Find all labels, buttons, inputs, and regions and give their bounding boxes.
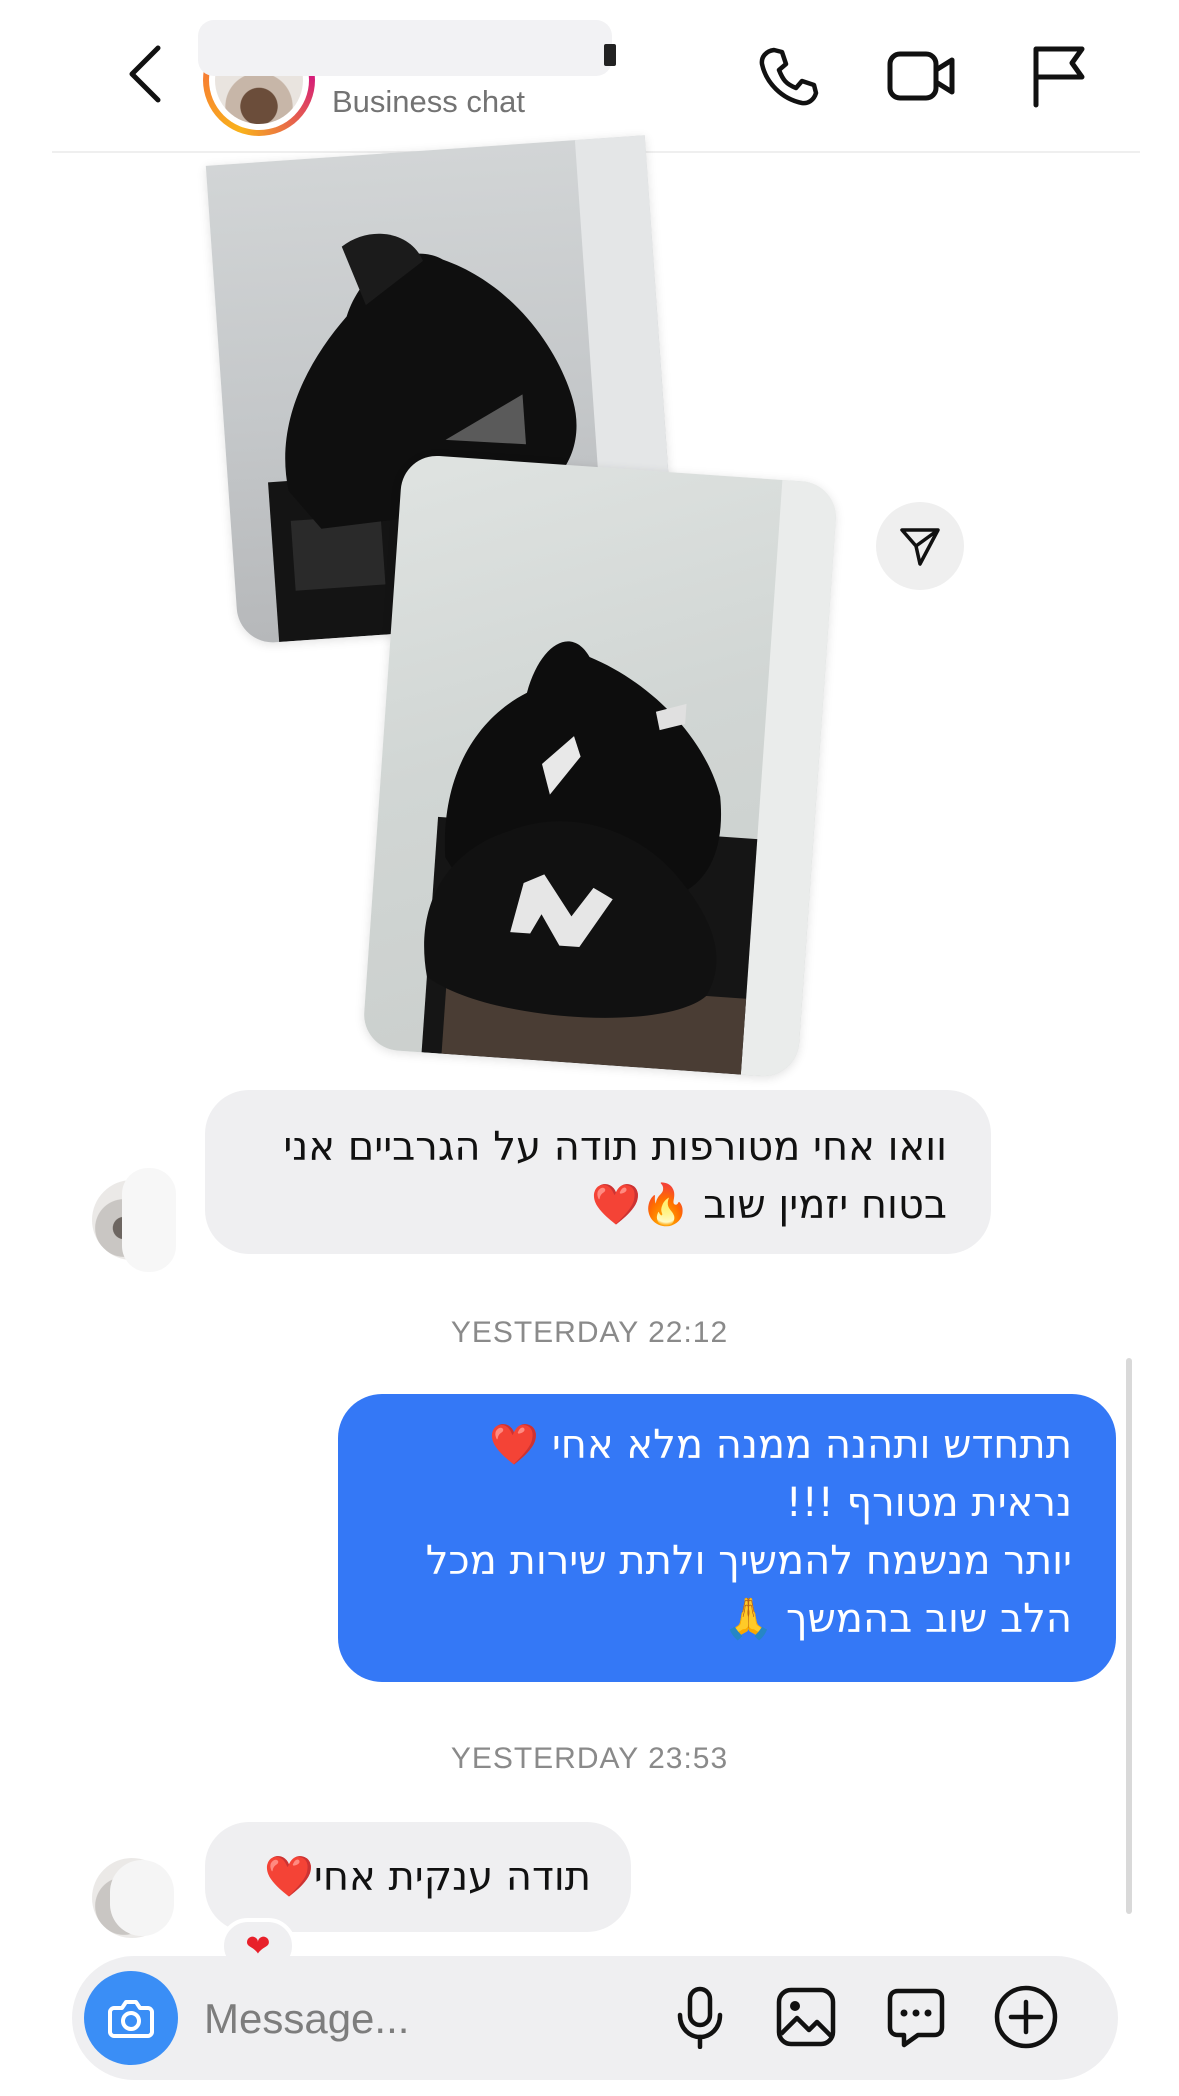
- audio-call-button[interactable]: [746, 36, 830, 116]
- microphone-icon: [677, 1986, 723, 2049]
- message-line: וואו אחי מטורפות תודה על הגרביים אני: [283, 1124, 947, 1170]
- more-actions-button[interactable]: [988, 1979, 1064, 2055]
- back-arrow-icon: [129, 45, 161, 103]
- camera-icon: [108, 2000, 154, 2038]
- message-line: תתחדש ותהנה ממנה מלא אחי ❤️: [489, 1422, 1072, 1468]
- flag-icon: [1033, 46, 1085, 108]
- gallery-button[interactable]: [768, 1979, 844, 2055]
- incoming-message-bubble[interactable]: וואו אחי מטורפות תודה על הגרביים אני בטו…: [205, 1090, 991, 1254]
- message-line: הלב שוב בהמשך 🙏: [723, 1596, 1072, 1642]
- message-input[interactable]: [204, 1986, 644, 2052]
- sender-avatar[interactable]: [92, 1168, 176, 1272]
- message-timestamp: YESTERDAY 22:12: [450, 1316, 729, 1349]
- chat-header: Business chat: [0, 0, 1179, 152]
- message-line: יותר מנשמח להמשיך ולתת שירות מכל: [425, 1538, 1072, 1584]
- paper-plane-icon: [900, 528, 940, 566]
- incoming-message-bubble[interactable]: תודה ענקית אחי❤️: [205, 1822, 631, 1932]
- sticker-chat-icon: [887, 1988, 945, 2048]
- scrollbar[interactable]: [1126, 1358, 1132, 1914]
- camera-button[interactable]: [84, 1971, 178, 2065]
- gallery-icon: [776, 1987, 836, 2047]
- video-call-button[interactable]: [880, 36, 964, 116]
- voice-message-button[interactable]: [662, 1979, 738, 2055]
- share-media-button[interactable]: [876, 502, 964, 590]
- shoe-photo-illustration: [421, 480, 839, 1079]
- shared-photo-2[interactable]: [361, 453, 839, 1079]
- phone-icon: [759, 47, 819, 106]
- chat-subtitle: Business chat: [332, 84, 525, 119]
- contact-name-redacted[interactable]: [198, 20, 612, 76]
- sticker-button[interactable]: [878, 1979, 954, 2055]
- message-line: תודה ענקית אחי❤️: [264, 1854, 591, 1900]
- message-line: נראית מטורף !!!: [785, 1480, 1072, 1526]
- back-button[interactable]: [112, 38, 176, 110]
- message-timestamp: YESTERDAY 23:53: [450, 1742, 729, 1775]
- report-button[interactable]: [1016, 36, 1100, 116]
- plus-icon: [994, 1985, 1058, 2049]
- outgoing-message-bubble[interactable]: תתחדש ותהנה ממנה מלא אחי ❤️ נראית מטורף …: [338, 1394, 1116, 1682]
- contact-name-fragment: [604, 44, 616, 66]
- message-line: בטוח יזמין שוב 🔥❤️: [590, 1182, 947, 1228]
- video-call-icon: [887, 51, 955, 101]
- sender-avatar[interactable]: [92, 1858, 174, 1938]
